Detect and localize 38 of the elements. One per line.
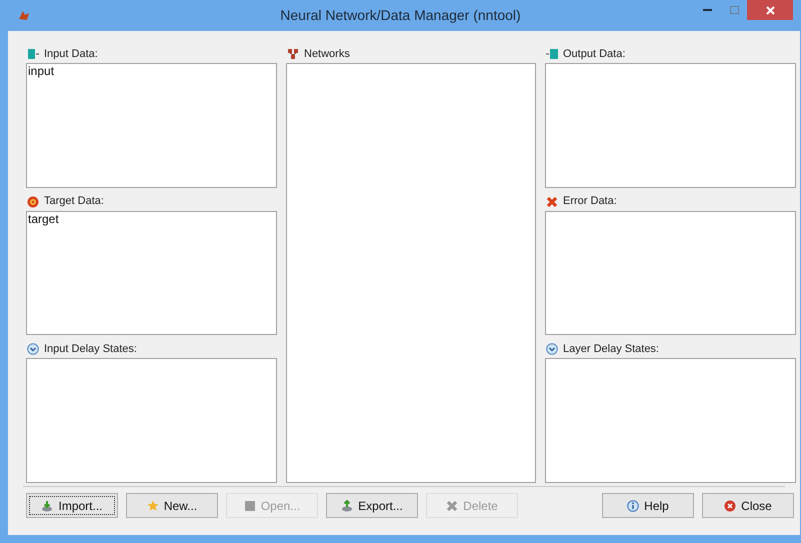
list-item[interactable]: input <box>27 64 54 78</box>
panel-label: Input Data: <box>44 46 98 62</box>
close-icon <box>766 6 774 14</box>
network-icon <box>287 48 299 60</box>
panel-label: Input Delay States: <box>44 342 137 358</box>
close-icon <box>724 500 736 512</box>
panel-label: Target Data: <box>44 194 104 210</box>
list-box[interactable] <box>545 63 796 188</box>
list-box[interactable] <box>26 358 277 484</box>
info-icon <box>627 500 640 512</box>
panel-label: Layer Delay States: <box>563 342 659 358</box>
help-button[interactable]: Help <box>602 493 694 518</box>
close-button[interactable]: Close <box>702 493 794 518</box>
list-box[interactable]: target <box>26 210 277 336</box>
import-button[interactable]: Import... <box>26 493 118 518</box>
close-window-button[interactable] <box>747 0 793 20</box>
data-arrow-icon <box>27 48 39 60</box>
list-box[interactable] <box>545 210 796 336</box>
panel-label: Error Data: <box>563 194 617 210</box>
window-title: Neural Network/Data Manager (nntool) <box>280 6 521 25</box>
panel-label: Output Data: <box>563 46 626 62</box>
data-arrow-icon <box>546 48 558 60</box>
export-button[interactable]: Export... <box>326 493 418 518</box>
list-box[interactable] <box>545 358 796 484</box>
app-logo-icon <box>18 9 30 21</box>
panel-label: Networks <box>304 46 350 62</box>
list-box[interactable]: input <box>26 63 277 188</box>
cross-icon <box>446 500 458 512</box>
star-icon <box>146 500 159 512</box>
disk-arrow-icon <box>41 500 54 512</box>
new-button[interactable]: New... <box>126 493 218 518</box>
square-icon <box>244 500 256 512</box>
disk-arrow-icon <box>341 500 354 512</box>
chevron-circle-icon <box>27 343 39 356</box>
target-icon <box>27 196 39 208</box>
chevron-circle-icon <box>546 343 558 356</box>
list-item[interactable]: target <box>27 212 59 226</box>
cross-icon <box>546 196 558 208</box>
